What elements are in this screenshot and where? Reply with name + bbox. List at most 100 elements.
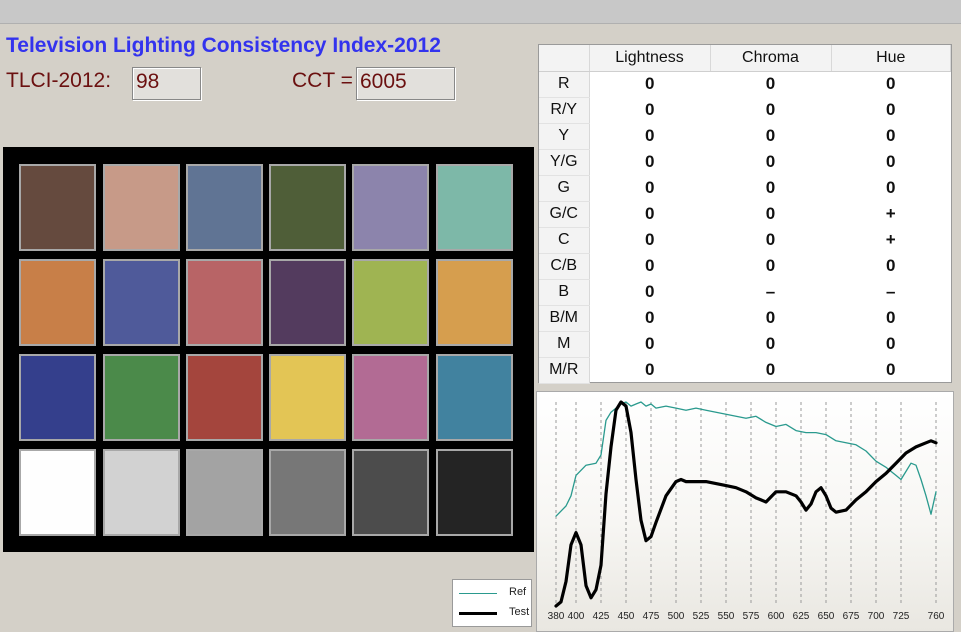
row-header-cell: R/Y [539, 97, 590, 124]
chroma-cell: 0 [765, 126, 776, 145]
app-title: Television Lighting Consistency Index-20… [6, 34, 441, 57]
legend-test-label: Test [509, 606, 530, 618]
chroma-cell: 0 [765, 360, 776, 379]
lightness-cell: 0 [645, 152, 655, 171]
x-tick-label-575: 575 [743, 611, 760, 622]
x-tick-label-380: 380 [548, 611, 565, 622]
hue-cell: – [886, 282, 896, 301]
table-header-row: Lightness Chroma Hue [539, 45, 951, 72]
tlci-label: TLCI-2012: [6, 69, 112, 92]
lightness-cell: 0 [645, 230, 655, 249]
series-line-test [554, 400, 938, 608]
lightness-cell: 0 [645, 282, 655, 301]
table-row: G 0 0 0 [539, 175, 951, 202]
x-tick-label-725: 725 [893, 611, 910, 622]
color-patch-18 [436, 354, 513, 441]
column-header-corner [539, 45, 590, 72]
chroma-cell: 0 [765, 100, 776, 119]
x-tick-label-600: 600 [768, 611, 785, 622]
color-patch-9 [186, 259, 263, 346]
x-tick-label-450: 450 [618, 611, 635, 622]
color-patch-11 [352, 259, 429, 346]
legend-item-ref: Ref [459, 584, 529, 602]
x-tick-label-760: 760 [928, 611, 945, 622]
hue-cell: 0 [886, 308, 896, 327]
color-patch-7 [19, 259, 96, 346]
chroma-cell: 0 [765, 152, 776, 171]
table-row: R/Y 0 0 0 [539, 97, 951, 124]
tlci-value-field[interactable]: 98 [132, 67, 201, 100]
color-patch-14 [103, 354, 180, 441]
row-header-cell: M/R [539, 357, 590, 384]
lightness-cell: 0 [645, 100, 655, 119]
table-row: B 0 – – [539, 279, 951, 306]
x-tick-label-525: 525 [693, 611, 710, 622]
row-header-cell: G/C [539, 201, 590, 228]
color-patch-12 [436, 259, 513, 346]
table-row: C 0 0 + [539, 227, 951, 254]
lightness-cell: 0 [645, 74, 655, 94]
color-patch-5 [352, 164, 429, 251]
cct-label: CCT = [292, 69, 353, 92]
hue-cell: 0 [886, 178, 896, 197]
color-patch-1 [19, 164, 96, 251]
color-patch-10 [269, 259, 346, 346]
color-patch-20 [103, 449, 180, 536]
legend-item-test: Test [459, 604, 529, 622]
row-header-cell: B [539, 279, 590, 306]
lightness-cell: 0 [645, 256, 655, 275]
row-header-cell: Y [539, 123, 590, 150]
lightness-cell: 0 [645, 126, 655, 145]
color-patch-22 [269, 449, 346, 536]
table-row: Y/G 0 0 0 [539, 149, 951, 176]
row-header-cell: C/B [539, 253, 590, 280]
spectrum-chart: 380 400 425 450 475 500 525 550 575 600 625 650 675 7… [536, 391, 954, 632]
row-header-cell: M [539, 331, 590, 358]
cct-value-field[interactable]: 6005 [356, 67, 455, 100]
chroma-cell: 0 [765, 204, 776, 223]
chroma-cell: 0 [765, 308, 776, 327]
table-row: M/R 0 0 0 [539, 357, 951, 384]
x-tick-label-650: 650 [818, 611, 835, 622]
hue-cell: 0 [886, 100, 896, 119]
window-top-bar [0, 0, 961, 24]
x-tick-label-400: 400 [568, 611, 585, 622]
hue-cell: 0 [886, 256, 896, 275]
x-tick-label-550: 550 [718, 611, 735, 622]
lightness-cell: 0 [645, 178, 655, 197]
color-patch-21 [186, 449, 263, 536]
hue-cell: 0 [886, 334, 896, 353]
chroma-cell: 0 [765, 256, 776, 275]
x-tick-label-675: 675 [843, 611, 860, 622]
table-row: B/M 0 0 0 [539, 305, 951, 332]
legend-ref-label: Ref [509, 586, 527, 598]
hue-cell: 0 [886, 360, 896, 379]
color-patch-8 [103, 259, 180, 346]
color-patch-19 [19, 449, 96, 536]
lightness-cell: 0 [645, 334, 655, 353]
series-line-ref [555, 401, 937, 517]
color-patch-24 [436, 449, 513, 536]
column-header-hue[interactable]: Hue [831, 45, 951, 72]
hue-cell: 0 [886, 74, 896, 94]
color-patch-6 [436, 164, 513, 251]
table-row: R 0 0 0 [539, 71, 951, 98]
color-patch-17 [352, 354, 429, 441]
row-header-cell: R [539, 71, 590, 98]
x-tick-label-425: 425 [593, 611, 610, 622]
color-patch-2 [103, 164, 180, 251]
chroma-cell: 0 [765, 334, 776, 353]
color-patch-23 [352, 449, 429, 536]
row-header-cell: G [539, 175, 590, 202]
legend-test-swatch [459, 612, 497, 615]
color-checker-chart [3, 147, 534, 552]
color-patch-16 [269, 354, 346, 441]
color-patch-15 [186, 354, 263, 441]
chroma-cell: 0 [765, 230, 776, 249]
table-row: G/C 0 0 + [539, 201, 951, 228]
column-header-lightness[interactable]: Lightness [589, 45, 711, 72]
chroma-cell: – [765, 282, 776, 301]
lightness-cell: 0 [645, 308, 655, 327]
column-header-chroma[interactable]: Chroma [710, 45, 832, 72]
lightness-cell: 0 [645, 204, 655, 223]
